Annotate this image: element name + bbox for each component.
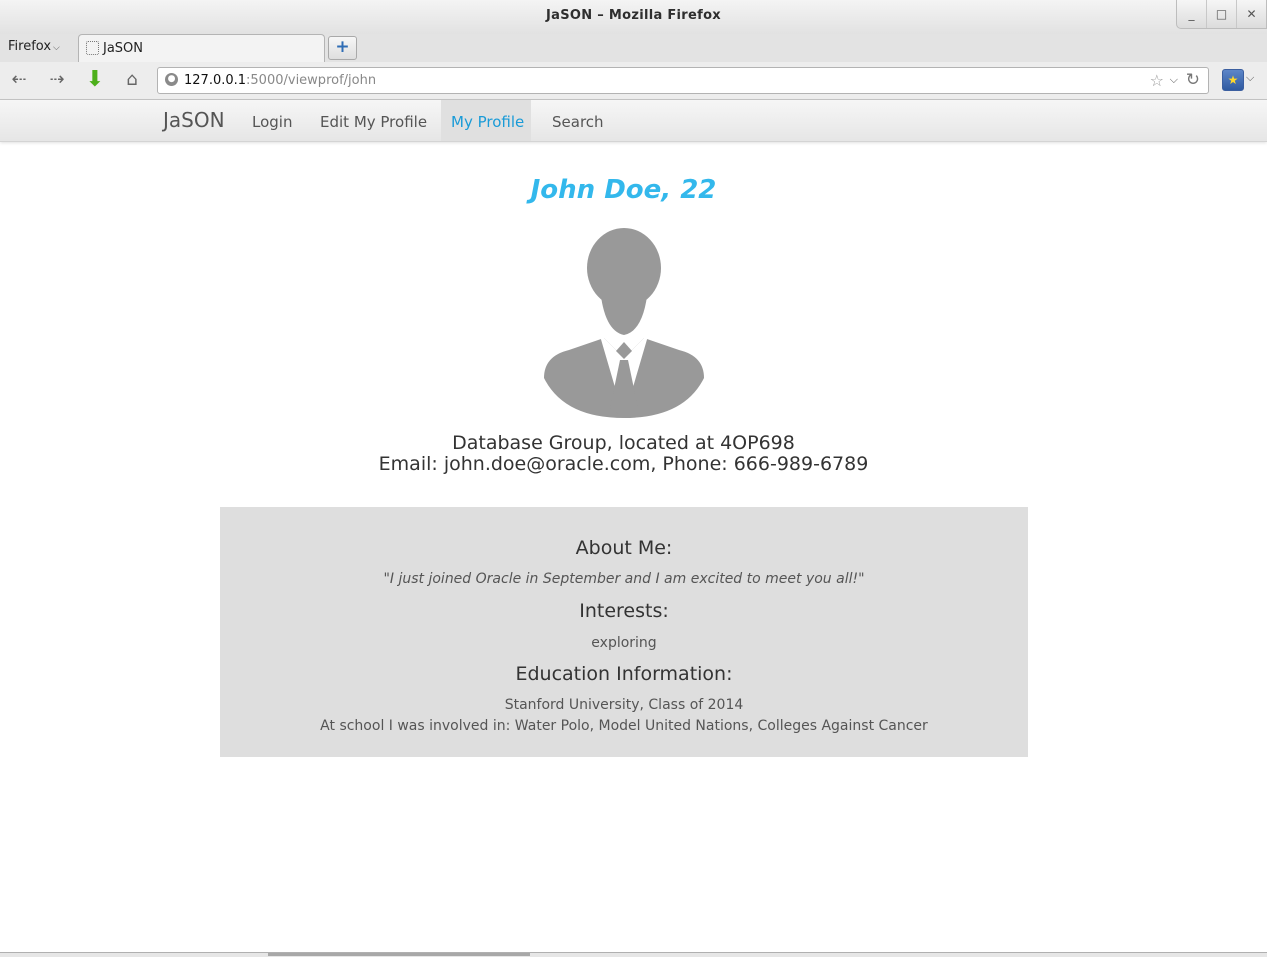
nav-my-profile-item[interactable]: My Profile: [441, 100, 531, 141]
avatar-icon: [544, 228, 704, 418]
window-title: JaSON – Mozilla Firefox: [546, 8, 721, 23]
interests-heading: Interests:: [579, 600, 669, 622]
home-icon[interactable]: ⌂: [119, 68, 145, 92]
nav-my-profile-link[interactable]: My Profile: [451, 113, 524, 131]
profile-name: John Doe, 22: [530, 175, 717, 205]
back-icon[interactable]: ⇠: [6, 68, 32, 92]
reload-icon[interactable]: ↻: [1186, 70, 1200, 90]
about-me-text: "I just joined Oracle in September and I…: [383, 571, 865, 587]
window-controls: _ □ ✕: [1176, 0, 1267, 29]
education-activities: At school I was involved in: Water Polo,…: [320, 718, 928, 734]
navigation-toolbar: ⇠ ⇢ ⬇ ⌂ ● 127.0.0.1:5000/viewprof/john ☆…: [0, 62, 1267, 100]
star-icon[interactable]: ☆: [1150, 71, 1164, 90]
firefox-menu-label: Firefox: [8, 39, 52, 54]
profile-info-panel: About Me: "I just joined Oracle in Septe…: [220, 507, 1028, 757]
about-me-heading: About Me:: [575, 537, 673, 559]
education-school: Stanford University, Class of 2014: [504, 697, 744, 713]
site-brand[interactable]: JaSON: [163, 108, 225, 132]
url-path: :5000/viewprof/john: [246, 73, 377, 88]
interests-text: exploring: [591, 635, 657, 651]
forward-icon[interactable]: ⇢: [44, 68, 70, 92]
url-text[interactable]: 127.0.0.1:5000/viewprof/john: [184, 73, 376, 88]
nav-search-link[interactable]: Search: [552, 113, 604, 131]
education-heading: Education Information:: [515, 663, 733, 685]
profile-contact-info: Email: john.doe@oracle.com, Phone: 666-9…: [378, 453, 869, 475]
browser-tab[interactable]: JaSON: [78, 34, 325, 62]
chevron-down-icon: ⌵: [53, 43, 60, 53]
chevron-down-icon[interactable]: ⌵: [1246, 71, 1254, 85]
bookmarks-icon[interactable]: ★: [1222, 69, 1244, 91]
horizontal-scrollbar[interactable]: [0, 952, 1267, 957]
nav-edit-profile-link[interactable]: Edit My Profile: [320, 113, 427, 131]
site-navbar: JaSON Login Edit My Profile My Profile S…: [0, 100, 1267, 142]
chevron-down-icon[interactable]: ⌵: [1170, 73, 1178, 87]
minimize-button[interactable]: _: [1177, 0, 1206, 28]
tab-bar: Firefox ⌵ JaSON +: [0, 34, 1267, 63]
maximize-button[interactable]: □: [1206, 0, 1236, 28]
tab-title: JaSON: [103, 41, 144, 56]
download-icon[interactable]: ⬇: [82, 68, 108, 92]
profile-department-location: Database Group, located at 4OP698: [452, 432, 795, 454]
globe-icon: ●: [165, 73, 178, 86]
close-button[interactable]: ✕: [1236, 0, 1266, 28]
new-tab-button[interactable]: +: [328, 36, 357, 60]
url-host: 127.0.0.1: [184, 73, 247, 88]
page-icon: [86, 41, 99, 55]
firefox-menu-button[interactable]: Firefox ⌵: [8, 39, 60, 54]
url-bar[interactable]: ● 127.0.0.1:5000/viewprof/john ☆ ⌵ ↻: [157, 67, 1209, 94]
window-titlebar: JaSON – Mozilla Firefox _ □ ✕: [0, 0, 1267, 34]
nav-login-link[interactable]: Login: [252, 113, 292, 131]
